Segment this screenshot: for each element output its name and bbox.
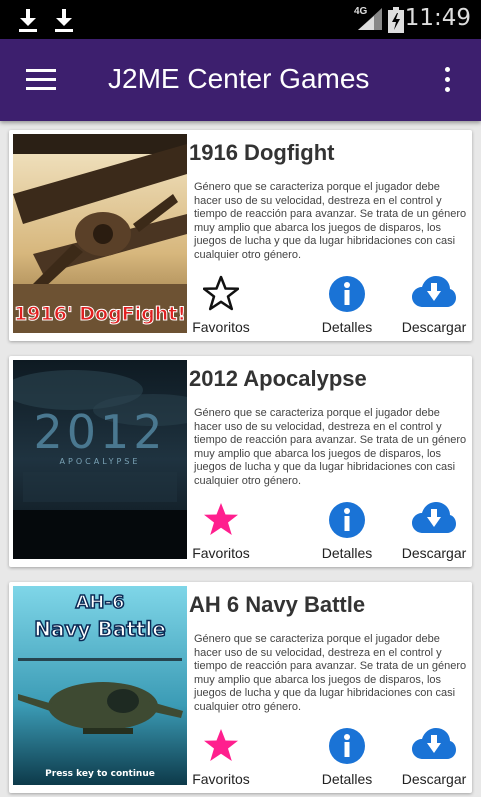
details-label: Detalles xyxy=(321,319,373,335)
favorite-label: Favoritos xyxy=(192,545,250,561)
thumbnail-footer-text: Press key to continue xyxy=(45,769,155,779)
details-label: Detalles xyxy=(321,545,373,561)
details-button[interactable]: Detalles xyxy=(312,501,382,561)
download-label: Descargar xyxy=(401,545,467,561)
download-button[interactable]: Descargar xyxy=(394,501,474,561)
star-filled-icon xyxy=(204,503,238,535)
download-notification-icon xyxy=(19,9,37,32)
game-thumbnail[interactable]: 2012 APOCALYPSE xyxy=(13,360,187,559)
download-button[interactable]: Descargar xyxy=(394,275,474,335)
favorite-button[interactable]: Favoritos xyxy=(186,275,256,335)
download-label: Descargar xyxy=(401,771,467,787)
game-thumbnail[interactable]: 1916' DogFight! xyxy=(13,134,187,333)
game-card[interactable]: AH-6 Navy Battle Press key to continue A… xyxy=(9,582,472,793)
game-description: Género que se caracteriza porque el juga… xyxy=(194,181,467,261)
favorite-button[interactable]: Favoritos xyxy=(186,501,256,561)
thumbnail-logo-text: AH-6 xyxy=(76,592,125,613)
favorite-button[interactable]: Favoritos xyxy=(186,727,256,787)
game-card[interactable]: 2012 APOCALYPSE 2012 Apocalypse Género q… xyxy=(9,356,472,567)
star-outline-icon xyxy=(203,275,239,311)
cloud-download-icon xyxy=(412,276,456,307)
hamburger-menu-icon[interactable] xyxy=(26,69,56,91)
favorite-label: Favoritos xyxy=(192,319,250,335)
game-title[interactable]: AH 6 Navy Battle xyxy=(189,592,365,618)
game-title[interactable]: 2012 Apocalypse xyxy=(189,366,367,392)
game-thumbnail[interactable]: AH-6 Navy Battle Press key to continue xyxy=(13,586,187,785)
thumbnail-logo-text: 2012 xyxy=(33,405,166,459)
details-button[interactable]: Detalles xyxy=(312,275,382,335)
battery-icon xyxy=(388,7,404,33)
signal-icon xyxy=(358,8,382,30)
app-title: J2ME Center Games xyxy=(108,63,370,94)
info-icon xyxy=(329,728,365,764)
game-card[interactable]: 1916' DogFight! 1916 Dogfight Género que… xyxy=(9,130,472,341)
star-filled-icon xyxy=(204,729,238,761)
cloud-download-icon xyxy=(412,728,456,759)
thumbnail-logo-text: 1916' DogFight! xyxy=(14,303,186,325)
details-button[interactable]: Detalles xyxy=(312,727,382,787)
game-title[interactable]: 1916 Dogfight xyxy=(189,140,334,166)
favorite-label: Favoritos xyxy=(192,771,250,787)
game-description: Género que se caracteriza porque el juga… xyxy=(194,633,467,713)
game-description: Género que se caracteriza porque el juga… xyxy=(194,407,467,487)
info-icon xyxy=(329,276,365,312)
clock: 11:49 xyxy=(404,5,471,31)
thumbnail-logo-subtext: Navy Battle xyxy=(34,617,166,641)
download-label: Descargar xyxy=(401,319,467,335)
overflow-menu-icon[interactable] xyxy=(440,67,454,95)
download-button[interactable]: Descargar xyxy=(394,727,474,787)
thumbnail-logo-subtext: APOCALYPSE xyxy=(60,457,141,466)
download-notification-icon xyxy=(55,9,73,32)
info-icon xyxy=(329,502,365,538)
details-label: Detalles xyxy=(321,771,373,787)
status-bar: 4G 11:49 xyxy=(0,0,481,39)
app-bar: J2ME Center Games xyxy=(0,39,481,121)
cloud-download-icon xyxy=(412,502,456,533)
